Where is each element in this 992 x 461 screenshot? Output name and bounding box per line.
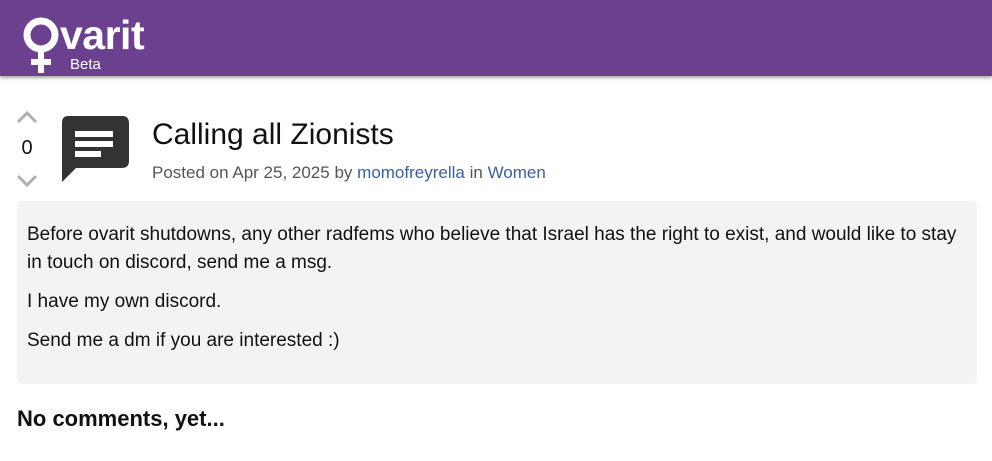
site-logo[interactable]: varit Beta [22, 12, 172, 74]
vote-widget: 0 [12, 108, 42, 194]
upvote-chevron-icon[interactable] [14, 108, 40, 126]
venus-symbol-icon [23, 17, 59, 73]
author-link[interactable]: momofreyrella [357, 163, 465, 182]
post-title[interactable]: Calling all Zionists [152, 117, 394, 153]
in-label: in [469, 163, 483, 182]
post-body: Before ovarit shutdowns, any other radfe… [17, 201, 977, 384]
post-date: Apr 25, 2025 [232, 163, 330, 182]
post-paragraph: Before ovarit shutdowns, any other radfe… [27, 224, 957, 273]
post-paragraph: I have my own discord. [27, 291, 222, 312]
post-paragraph: Send me a dm if you are interested :) [27, 330, 340, 351]
downvote-chevron-icon[interactable] [14, 172, 40, 190]
comments-heading: No comments, yet... [17, 406, 225, 431]
community-link[interactable]: Women [488, 163, 546, 182]
posted-on-label: Posted on [152, 163, 229, 182]
post-meta: Posted on Apr 25, 2025 by momofreyrella … [152, 163, 546, 183]
site-header: varit Beta [0, 0, 992, 76]
site-brand-name: varit [60, 12, 145, 58]
by-label: by [334, 163, 353, 182]
site-brand-beta: Beta [70, 56, 101, 73]
vote-count: 0 [21, 137, 33, 159]
speech-bubble-icon [62, 116, 129, 182]
